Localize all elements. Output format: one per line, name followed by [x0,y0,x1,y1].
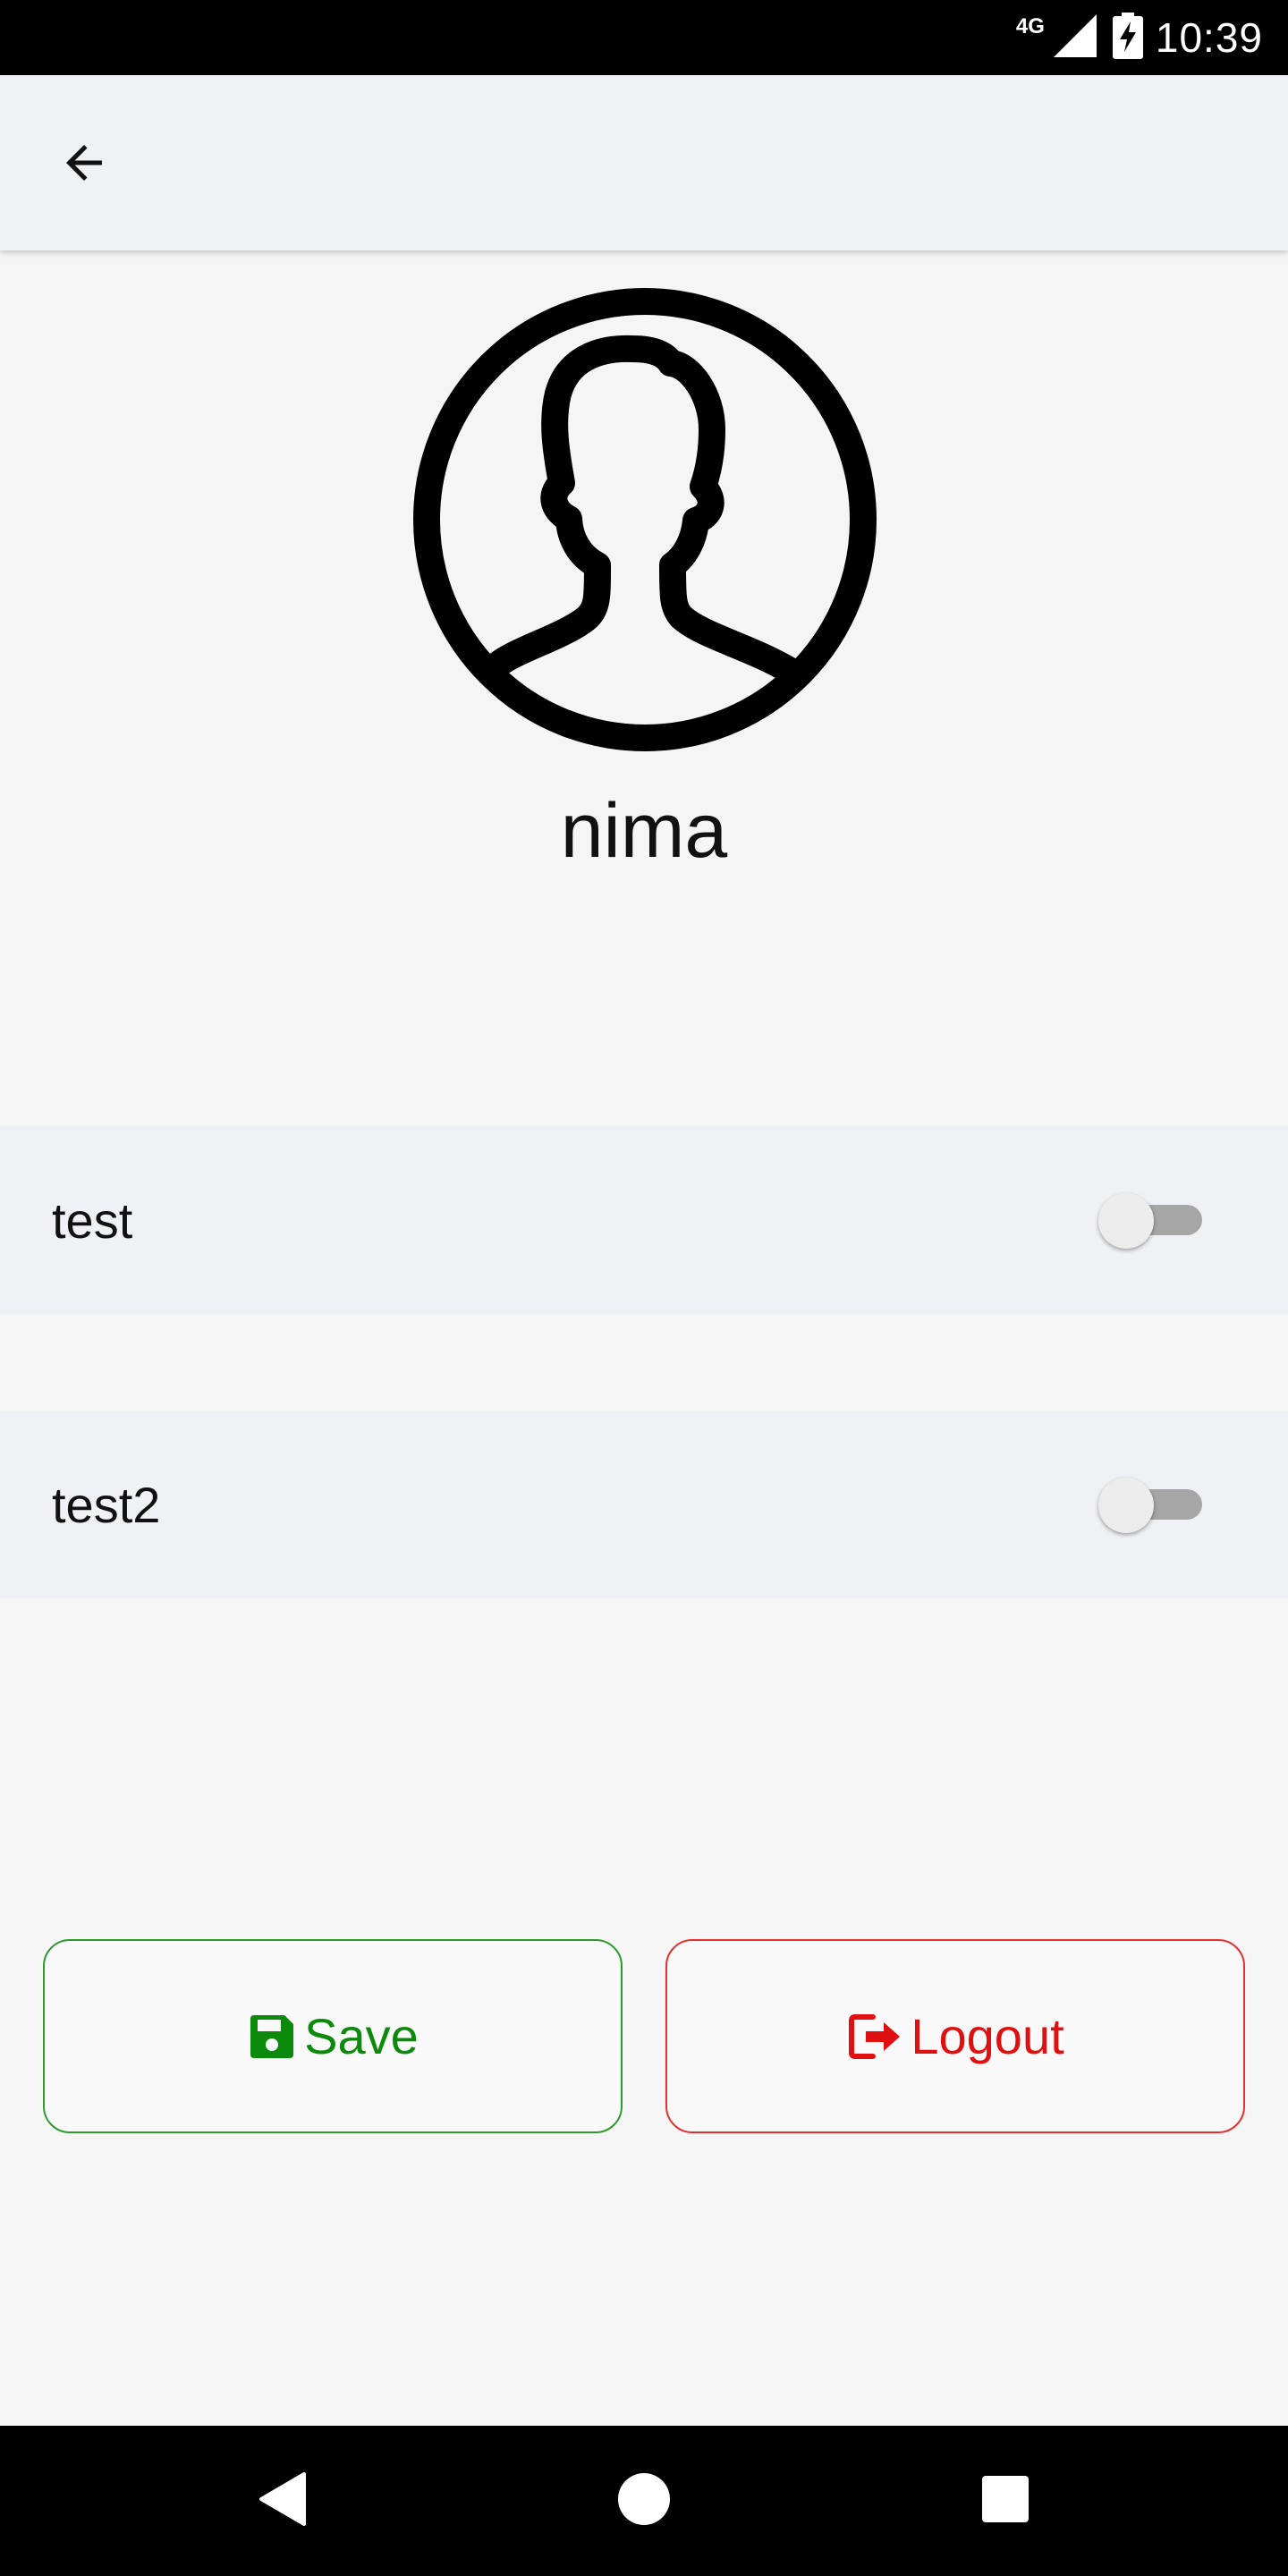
profile-screen: 4G 10:39 nima test test2 Save Logout [0,0,1288,2576]
sign-out-icon [846,2010,903,2063]
user-circle-icon [413,288,877,751]
floppy-disk-icon [247,2012,297,2062]
nav-recents-icon [981,2475,1030,2528]
nav-home-icon [617,2472,671,2530]
toggle-thumb [1098,1478,1154,1533]
setting-row-test: test [0,1126,1288,1314]
username-label: nima [560,788,728,874]
save-button-label: Save [304,2008,419,2064]
setting-label: test2 [52,1476,161,1533]
arrow-left-icon [57,136,111,194]
save-button[interactable]: Save [43,1939,623,2133]
network-type-label: 4G [1015,14,1045,38]
toggle-switch[interactable] [1098,1478,1206,1533]
toggle-switch[interactable] [1098,1193,1206,1249]
signal-icon [1050,11,1100,65]
nav-back-button[interactable] [238,2456,327,2546]
nav-recents-button[interactable] [961,2456,1050,2546]
status-icons: 4G 10:39 [1016,0,1263,75]
status-bar: 4G 10:39 [0,0,1288,75]
setting-row-test2: test2 [0,1411,1288,1598]
clock: 10:39 [1155,14,1263,61]
system-nav-bar [0,2426,1288,2576]
logout-button-label: Logout [911,2008,1064,2064]
setting-label: test [52,1191,133,1249]
toggle-thumb [1098,1193,1154,1249]
nav-back-icon [256,2470,309,2532]
battery-charging-icon [1112,12,1143,64]
app-bar [0,75,1288,250]
back-button[interactable] [39,120,129,209]
nav-home-button[interactable] [599,2456,689,2546]
logout-button[interactable]: Logout [665,1939,1245,2133]
